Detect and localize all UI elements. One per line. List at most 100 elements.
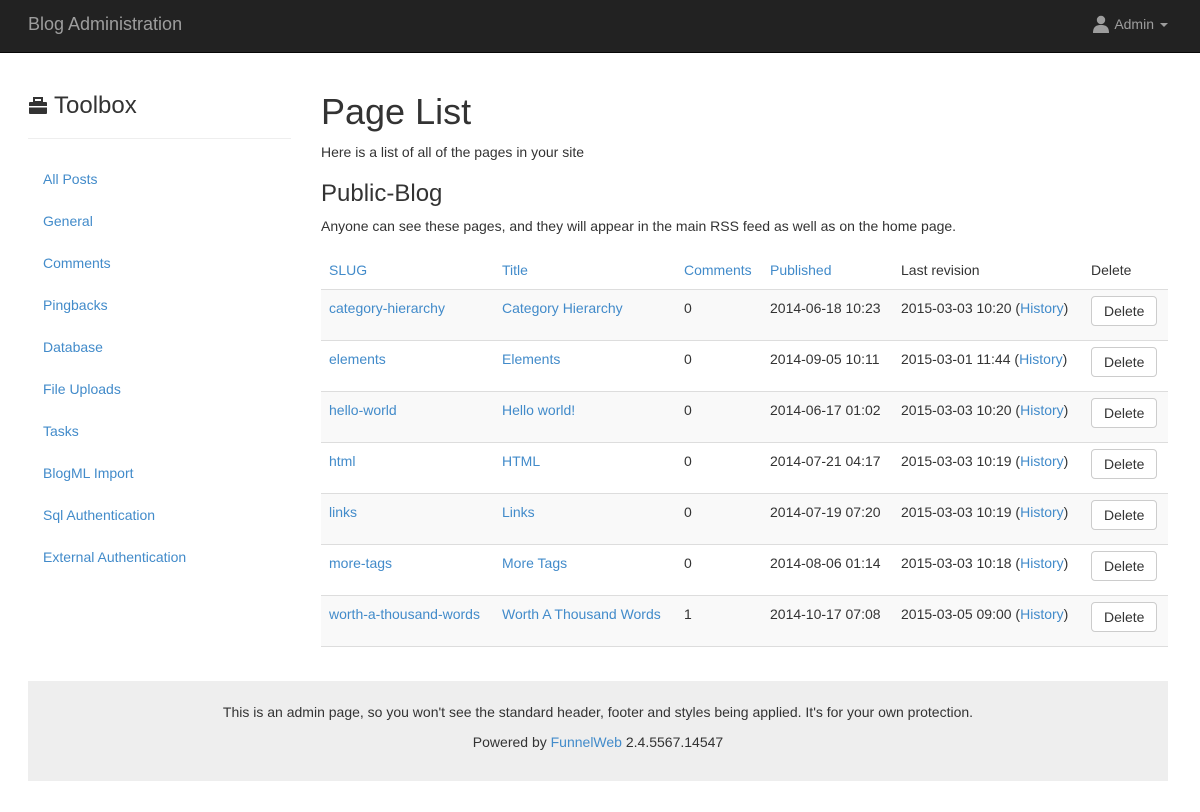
delete-button[interactable]: Delete — [1091, 448, 1158, 479]
sidebar-title: Toolbox — [28, 92, 291, 139]
sidebar-link-general[interactable]: General — [43, 213, 93, 229]
title-link[interactable]: More Tags — [502, 555, 567, 571]
table-row: category-hierarchy Category Hierarchy 0 201… — [321, 289, 1168, 341]
history-link[interactable]: History — [1020, 555, 1064, 571]
revision-date: 2015-03-03 10:19 — [901, 503, 1012, 520]
section-title: Public-Blog — [321, 180, 443, 207]
sort-comments-link[interactable]: Comments — [684, 262, 752, 278]
slug-link[interactable]: html — [329, 453, 355, 469]
powered-prefix: Powered by — [472, 734, 551, 750]
section-description: Anyone can see these pages, and they wil… — [321, 218, 957, 234]
cell-comments: 0 — [676, 340, 762, 392]
powered-by: Powered by FunnelWeb 2.4.5567.14547 — [28, 732, 1168, 752]
sort-title-link[interactable]: Title — [502, 262, 528, 278]
history-link[interactable]: History — [1020, 504, 1064, 520]
cell-published: 2014-06-18 10:23 — [762, 289, 893, 341]
briefcase-icon — [29, 97, 47, 114]
history-link[interactable]: History — [1020, 453, 1064, 469]
cell-slug: html — [321, 442, 494, 494]
delete-button[interactable]: Delete — [1091, 346, 1158, 377]
delete-button[interactable]: Delete — [1091, 397, 1158, 428]
cell-comments: 0 — [676, 289, 762, 341]
footer-note: This is an admin page, so you won't see … — [222, 704, 974, 720]
caret-down-icon — [1160, 23, 1168, 27]
col-header-published: Published — [762, 251, 893, 290]
table-row: elements Elements 0 2014-09-05 10:11 2015-03… — [321, 340, 1168, 392]
cell-title: Category Hierarchy — [494, 289, 676, 341]
cell-slug: category-hierarchy — [321, 289, 494, 341]
slug-link[interactable]: elements — [329, 351, 386, 367]
cell-published: 2014-09-05 10:11 — [762, 340, 893, 392]
revision-date: 2015-03-01 11:44 — [901, 350, 1011, 367]
history-link[interactable]: History — [1020, 300, 1064, 316]
sidebar-link-tasks[interactable]: Tasks — [43, 423, 79, 439]
delete-button[interactable]: Delete — [1091, 499, 1158, 530]
page-title: Page List — [321, 91, 472, 132]
history-link[interactable]: History — [1020, 606, 1064, 622]
sidebar-link-database[interactable]: Database — [43, 339, 103, 355]
cell-comments: 0 — [676, 442, 762, 494]
cell-last-revision: 2015-03-03 10:19 (History) — [893, 493, 1083, 545]
sort-published-link[interactable]: Published — [770, 262, 832, 278]
cell-delete: Delete — [1083, 442, 1168, 494]
cell-delete: Delete — [1083, 289, 1168, 341]
cell-delete: Delete — [1083, 493, 1168, 545]
sidebar-link-sql-authentication[interactable]: Sql Authentication — [43, 507, 155, 523]
delete-button[interactable]: Delete — [1091, 295, 1158, 326]
cell-title: More Tags — [494, 544, 676, 596]
sidebar-link-comments[interactable]: Comments — [43, 255, 111, 271]
slug-link[interactable]: more-tags — [329, 555, 392, 571]
pages-table: SLUG Title Comments Published Last revis… — [321, 251, 1168, 647]
col-header-slug: SLUG — [321, 251, 494, 290]
revision-date: 2015-03-03 10:19 — [901, 452, 1012, 469]
cell-last-revision: 2015-03-03 10:18 (History) — [893, 544, 1083, 596]
title-link[interactable]: Hello world! — [502, 402, 575, 418]
delete-button[interactable]: Delete — [1091, 601, 1158, 632]
cell-published: 2014-10-17 07:08 — [762, 595, 893, 647]
user-icon — [1093, 15, 1110, 33]
funnelweb-link[interactable]: FunnelWeb — [551, 734, 622, 750]
cell-delete: Delete — [1083, 544, 1168, 596]
cell-slug: hello-world — [321, 391, 494, 443]
title-link[interactable]: HTML — [502, 453, 540, 469]
title-link[interactable]: Worth A Thousand Words — [502, 606, 661, 622]
sidebar-item-comments: Comments — [28, 242, 291, 284]
top-navbar: Blog Administration Admin — [0, 0, 1200, 53]
cell-title: Links — [494, 493, 676, 545]
cell-last-revision: 2015-03-03 10:19 (History) — [893, 442, 1083, 494]
cell-last-revision: 2015-03-05 09:00 (History) — [893, 595, 1083, 647]
title-link[interactable]: Links — [502, 504, 535, 520]
sidebar-link-file-uploads[interactable]: File Uploads — [43, 381, 121, 397]
user-menu[interactable]: Admin — [1092, 15, 1168, 33]
table-row: more-tags More Tags 0 2014-08-06 01:14 2015-… — [321, 544, 1168, 596]
sort-slug-link[interactable]: SLUG — [329, 262, 367, 278]
sidebar-link-all-posts[interactable]: All Posts — [43, 171, 97, 187]
sidebar-link-pingbacks[interactable]: Pingbacks — [43, 297, 108, 313]
sidebar-item-general: General — [28, 200, 291, 242]
cell-title: Worth A Thousand Words — [494, 595, 676, 647]
sidebar-item-file-uploads: File Uploads — [28, 368, 291, 410]
brand-link[interactable]: Blog Administration — [28, 14, 182, 35]
history-link[interactable]: History — [1019, 351, 1063, 367]
slug-link[interactable]: links — [329, 504, 357, 520]
sidebar-item-all-posts: All Posts — [28, 158, 291, 200]
history-link[interactable]: History — [1020, 402, 1064, 418]
sidebar-link-blogml-import[interactable]: BlogML Import — [43, 465, 134, 481]
slug-link[interactable]: category-hierarchy — [329, 300, 445, 316]
revision-date: 2015-03-03 10:18 — [901, 554, 1012, 571]
sidebar-link-external-authentication[interactable]: External Authentication — [43, 549, 186, 565]
cell-last-revision: 2015-03-03 10:20 (History) — [893, 391, 1083, 443]
title-link[interactable]: Elements — [502, 351, 560, 367]
slug-link[interactable]: worth-a-thousand-words — [329, 606, 480, 622]
cell-slug: worth-a-thousand-words — [321, 595, 494, 647]
sidebar-nav: All Posts General Comments Pingbacks Dat… — [28, 158, 291, 578]
slug-link[interactable]: hello-world — [329, 402, 397, 418]
cell-slug: more-tags — [321, 544, 494, 596]
title-link[interactable]: Category Hierarchy — [502, 300, 623, 316]
table-header-row: SLUG Title Comments Published Last revis… — [321, 251, 1168, 290]
col-header-comments: Comments — [676, 251, 762, 290]
version-text: 2.4.5567.14547 — [621, 734, 724, 750]
cell-comments: 1 — [676, 595, 762, 647]
delete-button[interactable]: Delete — [1091, 550, 1158, 581]
cell-slug: links — [321, 493, 494, 545]
